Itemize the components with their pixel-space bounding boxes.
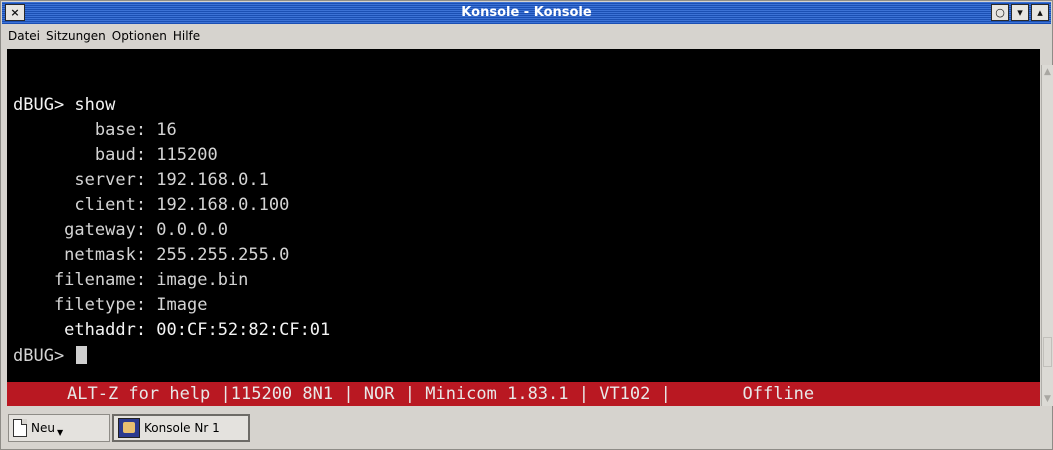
terminal-line: filename: image.bin xyxy=(13,270,249,290)
konsole-window: × Konsole - Konsole ○ ▾ ▴ Datei Sitzunge… xyxy=(0,0,1053,450)
terminal-line: filetype: Image xyxy=(13,295,208,315)
new-session-label: Neu xyxy=(31,421,55,435)
menu-hilfe[interactable]: Hilfe xyxy=(173,29,200,43)
vertical-scrollbar[interactable]: ▲ ▼ xyxy=(1041,65,1053,406)
dropdown-caret-icon: ▼ xyxy=(56,427,64,437)
terminal-line: base: 16 xyxy=(13,120,177,140)
terminal-prompt-line: dBUG> xyxy=(13,346,88,366)
new-document-icon xyxy=(13,419,27,437)
scroll-thumb[interactable] xyxy=(1043,337,1052,367)
terminal-line: server: 192.168.0.1 xyxy=(13,170,269,190)
terminal-prompt: dBUG> xyxy=(13,346,75,366)
terminal-line: netmask: 255.255.255.0 xyxy=(13,245,290,265)
terminal-line: baud: 115200 xyxy=(13,145,218,165)
minimize-icon[interactable]: ▾ xyxy=(1011,4,1029,21)
window-title: Konsole - Konsole xyxy=(461,5,592,20)
session-tab-label: Konsole Nr 1 xyxy=(144,421,220,435)
menu-bar: Datei Sitzungen Optionen Hilfe xyxy=(2,25,1051,47)
terminal-line: client: 192.168.0.100 xyxy=(13,195,290,215)
menu-optionen[interactable]: Optionen xyxy=(112,29,167,43)
session-tab-bar: Neu ▼ Konsole Nr 1 xyxy=(2,408,1051,448)
menu-datei[interactable]: Datei xyxy=(8,29,40,43)
scroll-up-icon[interactable]: ▲ xyxy=(1042,65,1053,79)
minicom-status-bar: ALT-Z for help |115200 8N1 | NOR | Minic… xyxy=(7,382,1040,406)
menu-sitzungen[interactable]: Sitzungen xyxy=(46,29,106,43)
terminal-top-area xyxy=(7,49,1040,65)
status-text: ALT-Z for help |115200 8N1 | NOR | Minic… xyxy=(67,384,815,404)
terminal-line: dBUG> show xyxy=(13,95,116,115)
konsole-icon xyxy=(118,418,140,438)
terminal-line: ethaddr: 00:CF:52:82:CF:01 xyxy=(13,320,331,340)
terminal-output[interactable]: dBUG> show base: 16 baud: 115200 server:… xyxy=(7,65,1040,382)
text-cursor xyxy=(76,346,88,364)
scroll-down-icon[interactable]: ▼ xyxy=(1042,392,1053,406)
maximize-icon[interactable]: ▴ xyxy=(1031,4,1049,21)
terminal-line: gateway: 0.0.0.0 xyxy=(13,220,228,240)
sticky-icon[interactable]: ○ xyxy=(991,4,1009,21)
session-tab-konsole[interactable]: Konsole Nr 1 xyxy=(112,414,250,442)
new-session-button[interactable]: Neu ▼ xyxy=(8,414,110,442)
title-bar[interactable]: × Konsole - Konsole ○ ▾ ▴ xyxy=(2,2,1051,24)
